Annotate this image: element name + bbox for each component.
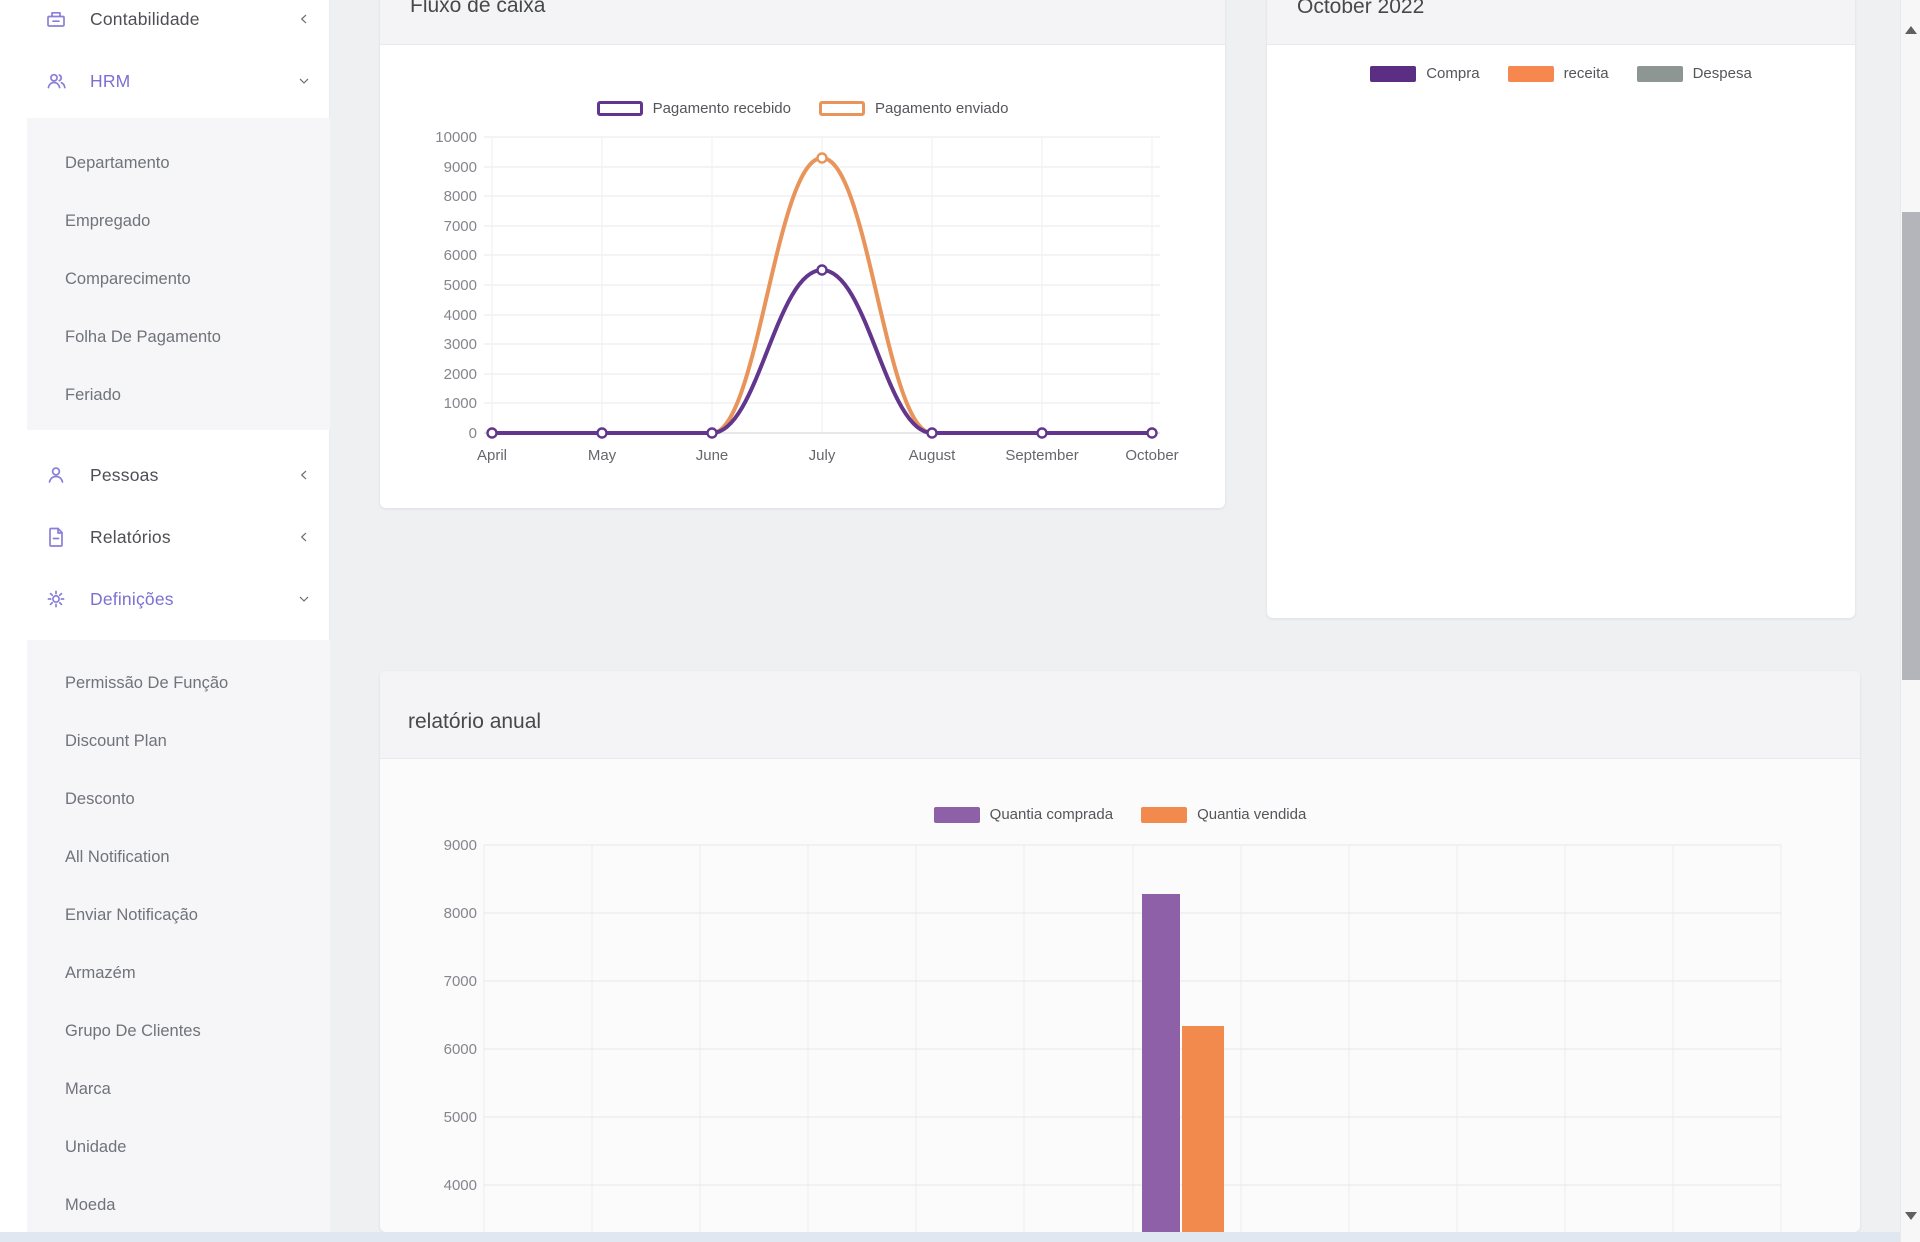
sidebar-item-label: Definições [90, 589, 174, 610]
gear-icon [44, 587, 68, 611]
sidebar-item-hrm[interactable]: HRM [0, 50, 330, 112]
sidebar-item-desconto[interactable]: Desconto [27, 770, 330, 828]
vertical-scrollbar[interactable] [1900, 0, 1920, 1242]
annual-bar-chart: 9000 8000 7000 6000 5000 4000 [380, 671, 1860, 1232]
sidebar-item-enviar-notificacao[interactable]: Enviar Notificação [27, 886, 330, 944]
bar-quantia-vendida [1182, 1026, 1224, 1232]
svg-text:2000: 2000 [444, 366, 477, 383]
sidebar-item-departamento[interactable]: Departamento [27, 134, 330, 192]
svg-text:August: August [909, 447, 957, 464]
october-title: October 2022 [1297, 0, 1424, 19]
svg-text:June: June [696, 447, 729, 464]
svg-text:July: July [809, 447, 836, 464]
sidebar-item-armazem[interactable]: Armazém [27, 944, 330, 1002]
sidebar-item-all-notification[interactable]: All Notification [27, 828, 330, 886]
svg-text:7000: 7000 [444, 973, 477, 990]
scroll-down-arrow-icon[interactable] [1905, 1212, 1917, 1220]
svg-text:5000: 5000 [444, 1109, 477, 1126]
cashflow-line-chart: 10000 9000 8000 7000 6000 5000 4000 3000… [380, 0, 1225, 508]
svg-text:4000: 4000 [444, 1177, 477, 1194]
svg-text:October: October [1125, 447, 1178, 464]
legend-item-compra[interactable]: Compra [1370, 65, 1479, 82]
sidebar-item-moeda[interactable]: Moeda [27, 1176, 330, 1234]
sidebar-item-label: Contabilidade [90, 9, 200, 30]
sidebar-item-definicoes[interactable]: Definições [0, 568, 330, 630]
sidebar-item-contabilidade[interactable]: Contabilidade [0, 0, 330, 50]
vertical-scrollbar-thumb[interactable] [1902, 212, 1920, 680]
svg-text:May: May [588, 447, 617, 464]
document-icon [44, 525, 68, 549]
october-legend: Compra receita Despesa [1267, 65, 1855, 82]
legend-swatch-purple [1370, 66, 1416, 82]
svg-text:6000: 6000 [444, 247, 477, 264]
chevron-left-icon [296, 11, 312, 27]
svg-text:4000: 4000 [444, 307, 477, 324]
legend-item-despesa[interactable]: Despesa [1637, 65, 1752, 82]
svg-text:1000: 1000 [444, 395, 477, 412]
legend-swatch-orange [1508, 66, 1554, 82]
scroll-up-arrow-icon[interactable] [1905, 26, 1917, 34]
cashflow-card: Fluxo de caixa Pagamento recebido Pagame… [380, 0, 1225, 508]
sidebar-item-comparecimento[interactable]: Comparecimento [27, 250, 330, 308]
sidebar-item-empregado[interactable]: Empregado [27, 192, 330, 250]
sidebar-item-unidade[interactable]: Unidade [27, 1118, 330, 1176]
chevron-down-icon [296, 73, 312, 89]
sidebar-item-relatorios[interactable]: Relatórios [0, 506, 330, 568]
person-icon [44, 463, 68, 487]
october-card-header: October 2022 [1267, 0, 1855, 45]
chevron-down-icon [296, 591, 312, 607]
horizontal-scrollbar-track[interactable] [0, 1232, 1920, 1242]
sidebar-item-grupo-de-clientes[interactable]: Grupo De Clientes [27, 1002, 330, 1060]
annual-report-card: relatório anual Quantia comprada Quantia… [380, 671, 1860, 1232]
svg-text:8000: 8000 [444, 188, 477, 205]
svg-text:9000: 9000 [444, 837, 477, 854]
sidebar-item-label: Relatórios [90, 527, 171, 548]
svg-text:April: April [477, 447, 507, 464]
svg-text:5000: 5000 [444, 277, 477, 294]
sidebar-item-label: HRM [90, 71, 130, 92]
october-card: October 2022 Compra receita Despesa [1267, 0, 1855, 618]
svg-text:10000: 10000 [435, 129, 477, 146]
definicoes-submenu: Permissão De Função Discount Plan Descon… [27, 640, 330, 1232]
sidebar: Contabilidade HRM Departamento Empregado… [0, 0, 330, 1242]
svg-text:8000: 8000 [444, 905, 477, 922]
october-empty-plot-area [1267, 105, 1855, 618]
sidebar-item-feriado[interactable]: Feriado [27, 366, 330, 424]
svg-text:September: September [1005, 447, 1078, 464]
accounting-icon [44, 7, 68, 31]
sidebar-item-folha-de-pagamento[interactable]: Folha De Pagamento [27, 308, 330, 366]
chevron-left-icon [296, 529, 312, 545]
legend-item-receita[interactable]: receita [1508, 65, 1609, 82]
sidebar-item-permissao-de-funcao[interactable]: Permissão De Função [27, 654, 330, 712]
svg-text:7000: 7000 [444, 218, 477, 235]
sidebar-item-pessoas[interactable]: Pessoas [0, 444, 330, 506]
sidebar-item-marca[interactable]: Marca [27, 1060, 330, 1118]
sidebar-item-discount-plan[interactable]: Discount Plan [27, 712, 330, 770]
chevron-left-icon [296, 467, 312, 483]
svg-text:0: 0 [469, 425, 477, 442]
legend-swatch-gray [1637, 66, 1683, 82]
svg-text:3000: 3000 [444, 336, 477, 353]
sidebar-item-label: Pessoas [90, 465, 159, 486]
bar-quantia-comprada [1142, 894, 1180, 1232]
hrm-submenu: Departamento Empregado Comparecimento Fo… [27, 118, 330, 430]
svg-text:9000: 9000 [444, 159, 477, 176]
svg-text:6000: 6000 [444, 1041, 477, 1058]
users-icon [44, 69, 68, 93]
